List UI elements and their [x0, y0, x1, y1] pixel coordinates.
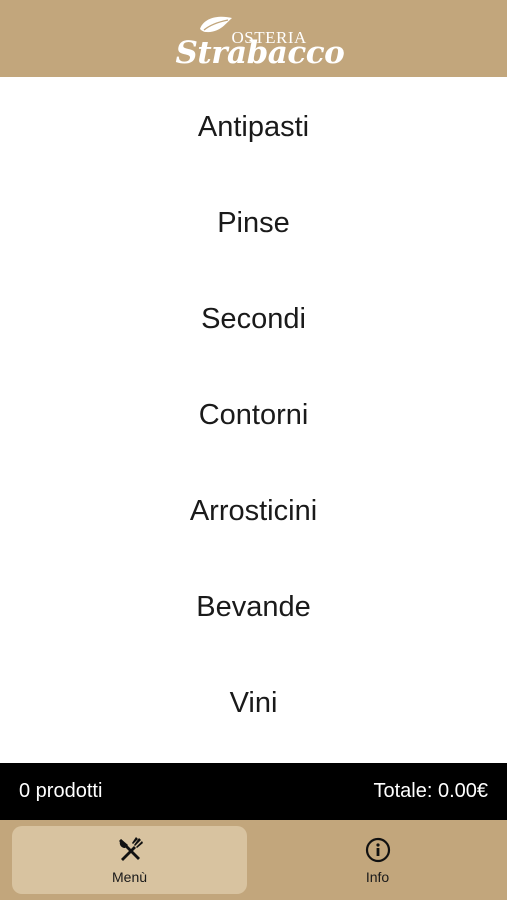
menu-category-vini[interactable]: Vini [0, 655, 507, 751]
menu-category-pinse[interactable]: Pinse [0, 175, 507, 271]
nav-tab-menu-label: Menù [112, 869, 148, 885]
app-header: OSTERIA Strabacco [0, 0, 507, 77]
info-icon [365, 835, 391, 865]
menu-category-contorni[interactable]: Contorni [0, 367, 507, 463]
menu-category-bevande[interactable]: Bevande [0, 559, 507, 655]
menu-category-list: Antipasti Pinse Secondi Contorni Arrosti… [0, 77, 507, 763]
leaf-logo-icon [199, 16, 232, 32]
nav-tab-menu[interactable]: Menù [12, 826, 248, 894]
brand-name: Strabacco [175, 34, 345, 71]
nav-tab-info[interactable]: Info [260, 826, 495, 894]
cart-summary-bar[interactable]: 0 prodotti Totale: 0.00€ [0, 763, 507, 820]
fork-knife-icon [116, 835, 144, 865]
menu-category-antipasti[interactable]: Antipasti [0, 79, 507, 175]
cart-total: Totale: 0.00€ [373, 780, 488, 802]
nav-tab-info-label: Info [365, 869, 390, 885]
brand-logo[interactable]: OSTERIA Strabacco [174, 9, 345, 71]
cart-item-count: 0 prodotti [19, 780, 103, 802]
bottom-navigation: Menù Info [0, 820, 507, 900]
menu-category-secondi[interactable]: Secondi [0, 271, 507, 367]
menu-category-arrosticini[interactable]: Arrosticini [0, 463, 507, 559]
